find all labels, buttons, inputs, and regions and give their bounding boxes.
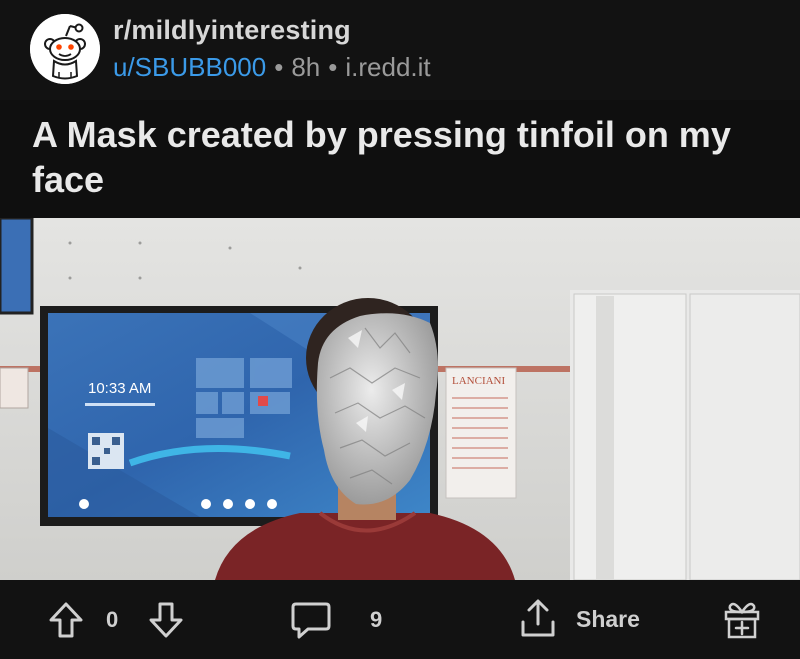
post-action-bar: 0 9 Share <box>0 580 800 659</box>
author-link[interactable]: u/SBUBB000 <box>113 52 266 82</box>
award-gift-icon <box>724 602 760 639</box>
comment-bubble-icon <box>291 602 331 639</box>
post-age: 8h <box>291 52 321 82</box>
subreddit-name[interactable]: r/mildlyinteresting <box>113 15 351 46</box>
downvote-arrow-icon <box>149 602 183 638</box>
upvote-arrow-icon <box>49 602 83 638</box>
meta-separator: • <box>274 52 284 82</box>
post-domain[interactable]: i.redd.it <box>345 52 430 82</box>
award-button[interactable] <box>722 598 762 640</box>
share-button[interactable]: Share <box>518 598 640 640</box>
downvote-button[interactable] <box>148 601 184 639</box>
poster-label: LANCIANI <box>452 375 505 387</box>
tv-clock: 10:33 AM <box>88 380 151 397</box>
comments-button[interactable]: 9 <box>290 600 382 640</box>
comment-count: 9 <box>370 607 383 632</box>
share-label: Share <box>576 605 640 632</box>
reddit-snoo-icon <box>30 14 100 84</box>
upvote-button[interactable] <box>48 601 84 639</box>
photo-scene: 10:33 AM LANCIANI <box>0 218 800 580</box>
vote-count: 0 <box>106 607 118 633</box>
post-meta: u/SBUBB000 • 8h • i.redd.it <box>113 52 431 83</box>
post-image[interactable]: 10:33 AM LANCIANI <box>0 218 800 580</box>
post-header: r/mildlyinteresting u/SBUBB000 • 8h • i.redd… <box>0 0 800 100</box>
post-title[interactable]: A Mask created by pressing tinfoil on my… <box>32 112 772 202</box>
vote-count-label: 0 <box>106 607 119 632</box>
share-icon <box>521 599 555 637</box>
subreddit-avatar[interactable] <box>30 14 100 84</box>
meta-separator: • <box>328 52 338 82</box>
